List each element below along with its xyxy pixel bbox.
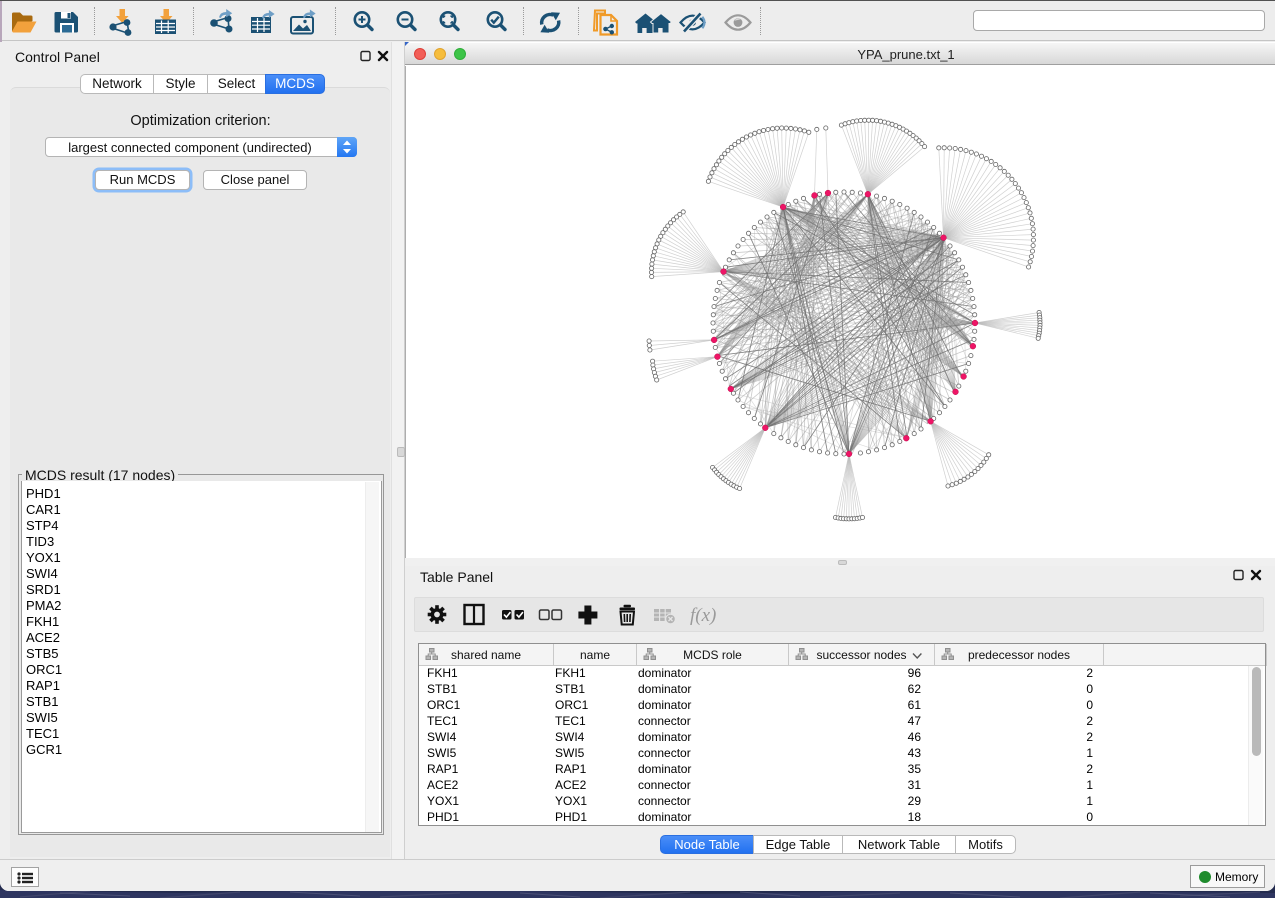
svg-text:f(x): f(x) — [690, 605, 716, 626]
